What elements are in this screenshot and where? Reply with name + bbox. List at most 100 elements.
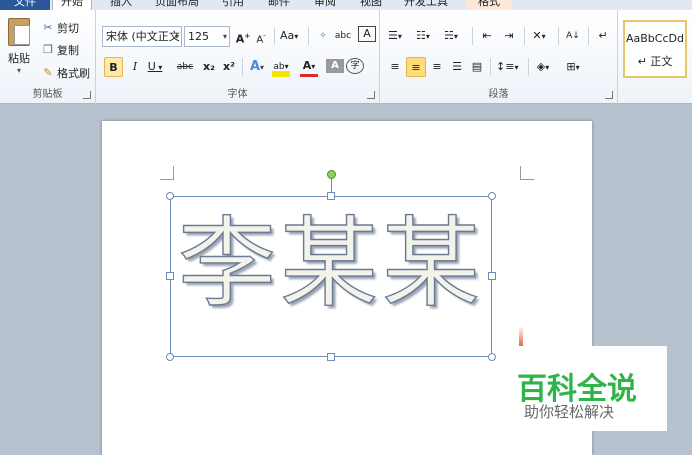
align-left-icon: ≡ xyxy=(390,60,400,73)
tab-mailings[interactable]: 邮件 xyxy=(268,0,290,10)
superscript-button[interactable]: x² xyxy=(220,57,238,77)
italic-button[interactable]: I xyxy=(126,57,144,77)
chinese-layout-button[interactable]: ✕▾ xyxy=(530,26,548,46)
change-case-label: Aa xyxy=(280,29,295,42)
align-center-button[interactable]: ≡ xyxy=(406,57,426,77)
borders-button[interactable]: ⊞▾ xyxy=(564,57,582,77)
tab-references[interactable]: 引用 xyxy=(222,0,244,10)
wordart-text[interactable]: 李某某 xyxy=(177,204,484,324)
toolbar-divider xyxy=(472,27,473,45)
cut-label: 剪切 xyxy=(57,22,79,35)
phonetic-guide-button[interactable]: abc xyxy=(334,26,352,46)
character-shading-button[interactable]: A xyxy=(326,59,344,73)
highlight-button[interactable]: ab▾ xyxy=(272,57,290,77)
enclose-characters-button[interactable]: 字 xyxy=(346,58,364,74)
rotation-handle[interactable] xyxy=(327,170,336,179)
font-dialog-launcher-icon[interactable] xyxy=(367,91,375,99)
toolbar-divider xyxy=(490,58,491,76)
style-name: ↵ 正文 xyxy=(637,55,673,68)
copy-button[interactable]: ❐ 复制 xyxy=(42,42,79,58)
bullets-button[interactable]: ☰▾ xyxy=(386,26,404,46)
resize-handle-bottom-left[interactable] xyxy=(166,353,174,361)
resize-handle-left[interactable] xyxy=(166,272,174,280)
highlight-label: ab xyxy=(273,62,285,72)
font-group-label: 字体 xyxy=(227,89,248,100)
resize-handle-top-right[interactable] xyxy=(488,192,496,200)
character-border-label: A xyxy=(363,27,371,40)
toolbar-divider xyxy=(308,27,309,45)
character-shading-label: A xyxy=(331,60,339,71)
toolbar-divider xyxy=(242,58,243,76)
watermark-logo: 百科全说 助你轻松解决 xyxy=(503,346,667,431)
toolbar-divider xyxy=(588,27,589,45)
paintbrush-icon: ✎ xyxy=(43,66,53,79)
style-normal[interactable]: AaBbCcDd ↵ 正文 xyxy=(623,20,687,78)
border-icon: ⊞ xyxy=(566,60,576,73)
clear-formatting-button[interactable]: ✧ xyxy=(314,26,332,46)
show-marks-button[interactable]: ↵ xyxy=(594,26,612,46)
multilevel-list-button[interactable]: ☵▾ xyxy=(442,26,460,46)
justify-icon: ☰ xyxy=(452,60,462,73)
tab-review[interactable]: 审阅 xyxy=(314,0,336,10)
strikethrough-button[interactable]: abc xyxy=(176,57,194,77)
resize-handle-top-left[interactable] xyxy=(166,192,174,200)
clear-formatting-icon: ✧ xyxy=(319,31,327,41)
toolbar-divider xyxy=(274,27,275,45)
cut-button[interactable]: ✂ 剪切 xyxy=(42,20,79,36)
align-left-button[interactable]: ≡ xyxy=(386,57,404,77)
tab-file[interactable]: 文件 xyxy=(0,0,50,10)
paste-label: 粘贴 xyxy=(8,52,30,65)
font-color-button[interactable]: A▾ xyxy=(300,57,318,77)
clipboard-group-label: 剪贴板 xyxy=(32,89,63,100)
resize-handle-right[interactable] xyxy=(488,272,496,280)
change-case-button[interactable]: Aa▾ xyxy=(280,26,298,46)
grow-font-button[interactable]: A+ xyxy=(234,26,252,46)
text-effects-button[interactable]: A▾ xyxy=(248,57,266,77)
tab-page-layout[interactable]: 页面布局 xyxy=(155,0,199,10)
decrease-indent-button[interactable]: ⇤ xyxy=(478,26,496,46)
justify-button[interactable]: ☰ xyxy=(448,57,466,77)
shading-button[interactable]: ◈▾ xyxy=(534,57,552,77)
tab-view[interactable]: 视图 xyxy=(360,0,382,10)
sort-button[interactable]: A↓ xyxy=(564,26,582,46)
numbering-button[interactable]: ☷▾ xyxy=(414,26,432,46)
line-spacing-button[interactable]: ↕≡▾ xyxy=(496,57,518,77)
underline-label: U xyxy=(147,60,156,73)
shrink-font-button[interactable]: A- xyxy=(252,26,270,46)
superscript-label: x² xyxy=(223,60,235,73)
align-right-button[interactable]: ≡ xyxy=(428,57,446,77)
style-sample: AaBbCcDd xyxy=(626,32,684,45)
distributed-button[interactable]: ▤ xyxy=(468,57,486,77)
paragraph-dialog-launcher-icon[interactable] xyxy=(605,91,613,99)
character-border-button[interactable]: A xyxy=(358,26,376,42)
font-size-value: 125 xyxy=(188,30,209,43)
ribbon: 粘贴 ▾ ✂ 剪切 ❐ 复制 ✎ 格式刷 剪贴板 宋体 (中文正文) ▾ 125… xyxy=(0,10,692,104)
strikethrough-label: abc xyxy=(176,62,194,72)
bold-button[interactable]: B xyxy=(104,57,123,77)
font-size-combo[interactable]: 125 ▾ xyxy=(184,26,230,47)
text-effects-label: A xyxy=(249,59,261,74)
resize-handle-top[interactable] xyxy=(327,192,335,200)
toolbar-divider xyxy=(558,27,559,45)
resize-handle-bottom-right[interactable] xyxy=(488,353,496,361)
resize-handle-bottom[interactable] xyxy=(327,353,335,361)
underline-button[interactable]: U ▾ xyxy=(146,57,164,77)
paste-button[interactable]: 粘贴 ▾ xyxy=(4,16,34,82)
font-name-combo[interactable]: 宋体 (中文正文) ▾ xyxy=(102,26,182,47)
sort-icon: A↓ xyxy=(566,31,580,41)
format-painter-button[interactable]: ✎ 格式刷 xyxy=(42,65,90,81)
clipboard-icon xyxy=(8,18,30,46)
font-group: 宋体 (中文正文) ▾ 125 ▾ A+ A- Aa▾ ✧ abc A B I … xyxy=(96,10,380,104)
increase-indent-button[interactable]: ⇥ xyxy=(500,26,518,46)
tab-developer[interactable]: 开发工具 xyxy=(404,0,448,10)
align-right-icon: ≡ xyxy=(432,60,442,73)
paragraph-group-label: 段落 xyxy=(488,89,509,100)
subscript-button[interactable]: x₂ xyxy=(200,57,218,77)
tab-insert[interactable]: 插入 xyxy=(110,0,132,10)
format-painter-label: 格式刷 xyxy=(57,67,90,80)
tab-home[interactable]: 开始 xyxy=(52,0,92,10)
clipboard-dialog-launcher-icon[interactable] xyxy=(83,91,91,99)
tab-format[interactable]: 格式 xyxy=(466,0,512,10)
bullets-icon: ☰ xyxy=(388,29,398,42)
paint-bucket-icon: ◈ xyxy=(536,60,546,73)
